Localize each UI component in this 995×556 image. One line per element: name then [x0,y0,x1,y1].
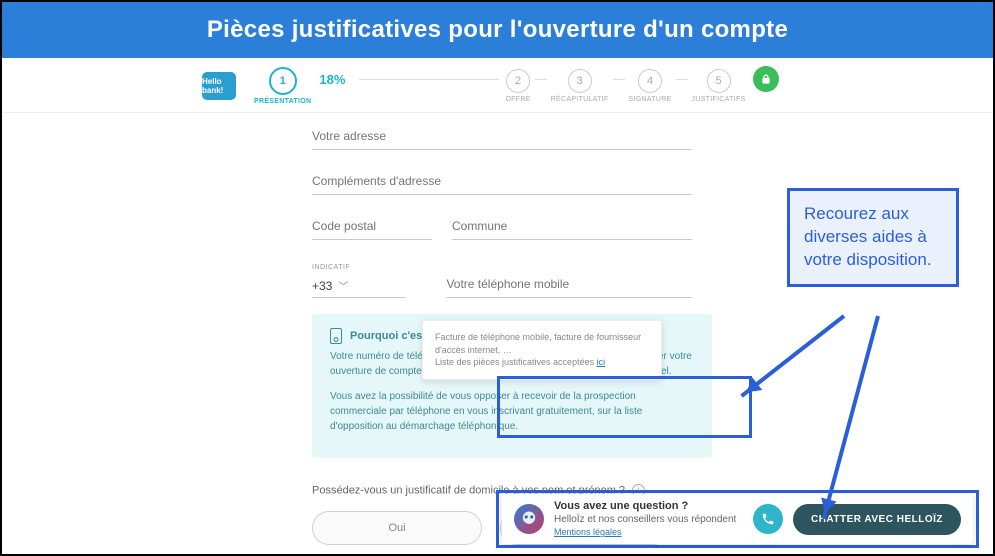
phone-icon [330,328,342,344]
brand-logo: Hello bank! [202,72,236,100]
tooltip-line1: Facture de téléphone mobile, facture de … [435,331,649,356]
form-area: INDICATIF +33 ﹀ Pourquoi c'est important… [2,113,692,545]
annotation-callout: Recourez aux diverses aides à votre disp… [787,188,959,287]
step-number: 1 [269,67,297,95]
chat-text: Vous avez une question ? HelloÏz et nos … [554,499,743,539]
city-input[interactable] [452,213,692,240]
chat-title: Vous avez une question ? [554,499,743,513]
step-offre[interactable]: 2 OFFRE [505,69,530,103]
step-presentation[interactable]: 1 PRÉSENTATION [254,67,311,105]
progress-percent: 18% [319,72,345,87]
mobile-phone-input[interactable] [446,271,692,298]
chat-bar: Vous avez une question ? HelloÏz et nos … [502,494,973,544]
yes-button[interactable]: Oui [312,511,482,545]
chat-subtitle: HelloÏz et nos conseillers vous réponden… [554,514,736,525]
indicatif-label: INDICATIF [312,264,692,271]
info-box: Pourquoi c'est important ? Votre numéro … [312,314,712,458]
arrow-2 [822,315,880,519]
bot-icon [514,504,544,534]
address-input[interactable] [312,123,692,150]
banner-title: Pièces justificatives pour l'ouverture d… [207,16,788,43]
tooltip-line2: Liste des pièces justificatives acceptée… [435,357,597,367]
lock-icon [753,66,779,92]
step-justificatifs[interactable]: 5 JUSTIFICATIFS [692,69,746,103]
tooltip-popup: Facture de téléphone mobile, facture de … [422,320,662,380]
step-recap[interactable]: 3 RÉCAPITULATIF [551,69,609,103]
arrow-1 [740,314,845,397]
page-title-banner: Pièces justificatives pour l'ouverture d… [2,2,993,60]
progress-line [359,79,499,80]
country-code-select[interactable]: +33 ﹀ [312,278,406,298]
tooltip-link[interactable]: ici [597,357,606,367]
chevron-down-icon: ﹀ [338,278,348,293]
address-complement-input[interactable] [312,168,692,195]
postal-code-input[interactable] [312,213,432,240]
legal-link[interactable]: Mentions légales [554,527,622,537]
progress-bar: Hello bank! 1 PRÉSENTATION 18% 2 OFFRE 3… [2,58,993,113]
country-code-value: +33 [312,279,332,293]
step-signature[interactable]: 4 SIGNATURE [629,69,672,103]
step-label: PRÉSENTATION [254,98,311,105]
info-paragraph-2: Vous avez la possibilité de vous opposer… [330,389,694,434]
phone-call-icon[interactable] [753,504,783,534]
